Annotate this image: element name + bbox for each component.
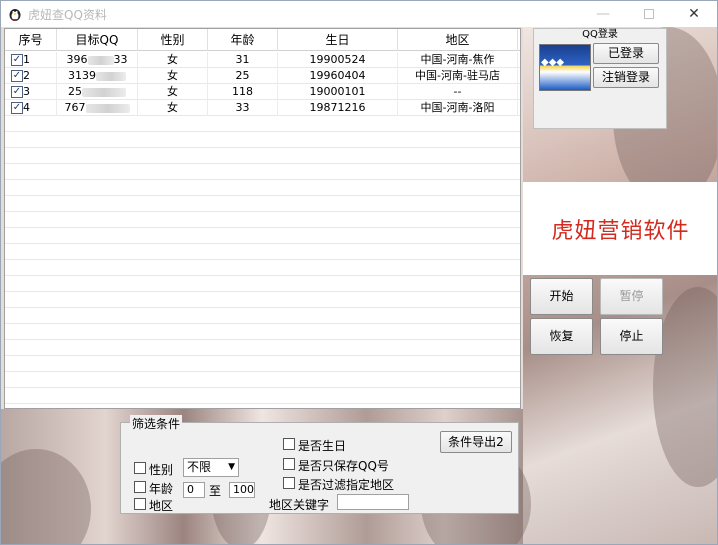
cell-birthday: 19871216 xyxy=(278,100,398,116)
title-bar: 虎妞查QQ资料 — ✕ xyxy=(1,1,717,27)
cell-index: 2 xyxy=(5,68,57,84)
cell-qq: 25 xyxy=(57,84,138,100)
cell-gender: 女 xyxy=(138,100,208,116)
header-index[interactable]: 序号 xyxy=(5,29,57,51)
filter-legend: 筛选条件 xyxy=(130,415,183,432)
region-keyword-label: 地区关键字 xyxy=(269,498,330,512)
table-row[interactable]: ✓ 2 3139 女 25 19960404 中国-河南-驻马店 xyxy=(5,68,520,84)
table-row[interactable]: ✓ 3 25 女 118 19000101 -- xyxy=(5,84,520,100)
close-button[interactable]: ✕ xyxy=(671,1,717,27)
header-target-qq[interactable]: 目标QQ xyxy=(57,29,138,51)
empty-row xyxy=(5,372,520,388)
age-label: 年龄 xyxy=(149,482,174,496)
empty-row xyxy=(5,180,520,196)
qq-avatar-image: ◆◆◆ xyxy=(539,44,591,91)
cell-birthday: 19000101 xyxy=(278,84,398,100)
save-qq-only-checkbox[interactable] xyxy=(283,458,295,470)
maximize-button[interactable] xyxy=(626,1,672,27)
app-window: 虎妞查QQ资料 — ✕ 序号 目标QQ 性别 年龄 生日 地区 ✓ 1 396 … xyxy=(0,0,718,545)
gender-select[interactable]: 不限 ▼ xyxy=(183,458,239,477)
window-title: 虎妞查QQ资料 xyxy=(28,8,107,22)
region-keyword-input[interactable] xyxy=(337,494,409,510)
minimize-button[interactable]: — xyxy=(580,1,626,27)
qq-login-panel: QQ登录 ◆◆◆ 已登录 注销登录 xyxy=(533,28,667,129)
header-gender[interactable]: 性别 xyxy=(138,29,208,51)
cell-gender: 女 xyxy=(138,68,208,84)
cell-qq: 3139 xyxy=(57,68,138,84)
cell-age: 33 xyxy=(208,100,278,116)
cell-region: -- xyxy=(398,84,518,100)
cell-index: 4 xyxy=(5,100,57,116)
penguin-icon xyxy=(9,9,21,21)
empty-row xyxy=(5,308,520,324)
empty-row xyxy=(5,148,520,164)
age-min-input[interactable]: 0 xyxy=(183,482,205,498)
stop-button[interactable]: 停止 xyxy=(600,318,663,355)
table-header: 序号 目标QQ 性别 年龄 生日 地区 xyxy=(5,29,520,51)
empty-row xyxy=(5,276,520,292)
cell-qq: 396 33 xyxy=(57,52,138,68)
cell-region: 中国-河南-驻马店 xyxy=(398,68,518,84)
age-to-label: 至 xyxy=(209,484,222,498)
cell-birthday: 19960404 xyxy=(278,68,398,84)
cell-age: 25 xyxy=(208,68,278,84)
empty-row xyxy=(5,292,520,308)
cell-qq: 767 xyxy=(57,100,138,116)
header-region[interactable]: 地区 xyxy=(398,29,518,51)
header-age[interactable]: 年龄 xyxy=(208,29,278,51)
filter-region-checkbox[interactable] xyxy=(283,477,295,489)
birthday-checkbox[interactable] xyxy=(283,438,295,450)
empty-row xyxy=(5,324,520,340)
empty-row xyxy=(5,340,520,356)
close-icon: ✕ xyxy=(688,6,700,22)
maximize-icon xyxy=(644,9,654,19)
qq-login-title: QQ登录 xyxy=(582,29,618,40)
empty-row xyxy=(5,244,520,260)
empty-row xyxy=(5,228,520,244)
chevron-down-icon: ▼ xyxy=(228,462,235,472)
empty-row xyxy=(5,212,520,228)
cell-region: 中国-河南-洛阳 xyxy=(398,100,518,116)
cell-index: 1 xyxy=(5,52,57,68)
empty-row xyxy=(5,260,520,276)
start-button[interactable]: 开始 xyxy=(530,278,593,315)
birthday-label: 是否生日 xyxy=(298,439,347,453)
age-max-input[interactable]: 100 xyxy=(229,482,255,498)
minimize-icon: — xyxy=(596,6,610,22)
cell-index: 3 xyxy=(5,84,57,100)
table-row[interactable]: ✓ 1 396 33 女 31 19900524 中国-河南-焦作 xyxy=(5,52,520,68)
resume-button[interactable]: 恢复 xyxy=(530,318,593,355)
brand-banner: 虎妞营销软件 xyxy=(523,182,717,275)
region-label: 地区 xyxy=(149,499,174,513)
filter-region-label: 是否过滤指定地区 xyxy=(298,478,395,492)
empty-row xyxy=(5,388,520,404)
cell-birthday: 19900524 xyxy=(278,52,398,68)
empty-row xyxy=(5,356,520,372)
cell-age: 31 xyxy=(208,52,278,68)
logout-button[interactable]: 注销登录 xyxy=(593,67,659,88)
empty-row xyxy=(5,116,520,132)
save-qq-only-label: 是否只保存QQ号 xyxy=(298,459,389,473)
results-table[interactable]: 序号 目标QQ 性别 年龄 生日 地区 ✓ 1 396 33 女 31 19900… xyxy=(4,28,521,409)
gender-checkbox[interactable] xyxy=(134,462,146,474)
pause-button[interactable]: 暂停 xyxy=(600,278,663,315)
cell-region: 中国-河南-焦作 xyxy=(398,52,518,68)
table-row[interactable]: ✓ 4 767 女 33 19871216 中国-河南-洛阳 xyxy=(5,100,520,116)
empty-row xyxy=(5,164,520,180)
cell-gender: 女 xyxy=(138,52,208,68)
age-checkbox[interactable] xyxy=(134,481,146,493)
cell-gender: 女 xyxy=(138,84,208,100)
header-birthday[interactable]: 生日 xyxy=(278,29,398,51)
empty-row xyxy=(5,196,520,212)
gender-select-value: 不限 xyxy=(187,460,212,474)
cell-age: 118 xyxy=(208,84,278,100)
empty-row xyxy=(5,132,520,148)
gender-label: 性别 xyxy=(149,463,174,477)
export-conditions-button[interactable]: 条件导出2 xyxy=(440,431,512,453)
logged-in-button[interactable]: 已登录 xyxy=(593,43,659,64)
region-checkbox[interactable] xyxy=(134,498,146,510)
